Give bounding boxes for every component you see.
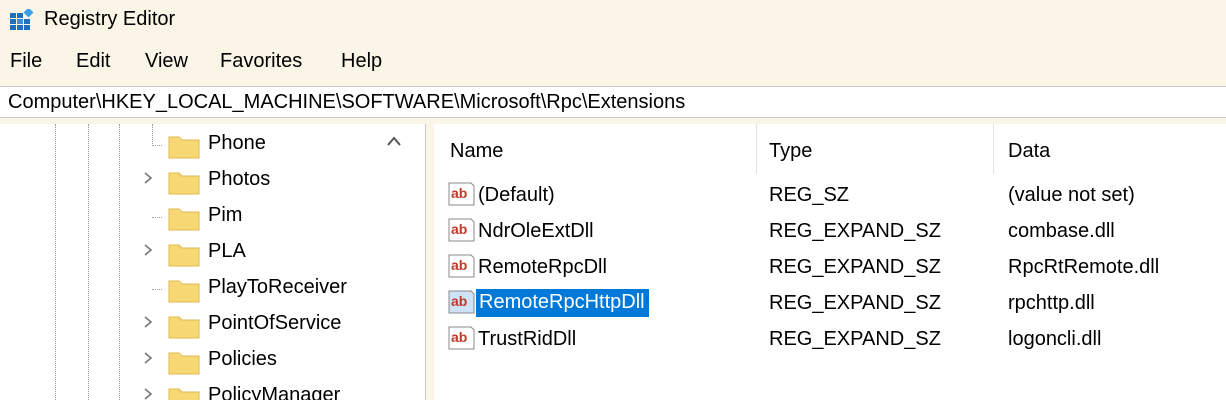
tree-item-label[interactable]: Phone [208, 132, 266, 155]
tree-item[interactable]: PolicyManager [0, 377, 400, 400]
tree-connector [152, 289, 162, 290]
value-name[interactable]: (Default) [478, 184, 555, 207]
folder-icon [168, 388, 200, 400]
folder-icon [168, 172, 200, 195]
tree-item-label[interactable]: Policies [208, 348, 277, 371]
tree-item[interactable]: Photos [0, 161, 400, 197]
tree-item-label[interactable]: PLA [208, 240, 246, 263]
folder-icon [168, 136, 200, 159]
menu-bar: File Edit View Favorites Help [0, 44, 1226, 78]
menu-view[interactable]: View [145, 50, 188, 73]
registry-editor-icon [10, 9, 34, 30]
value-row[interactable]: ab RemoteRpcDll REG_EXPAND_SZ RpcRtRemote.d… [434, 248, 1226, 284]
chevron-right-icon[interactable] [141, 170, 155, 186]
tree-item[interactable]: Pim [0, 197, 400, 233]
svg-text:ab: ab [451, 293, 467, 309]
value-row[interactable]: ab NdrOleExtDll REG_EXPAND_SZ combase.dll [434, 212, 1226, 248]
value-type: REG_EXPAND_SZ [769, 328, 941, 350]
tree-scrollbar[interactable] [382, 124, 406, 400]
folder-icon [168, 352, 200, 375]
tree-item[interactable]: Phone [0, 125, 400, 161]
column-header-data[interactable]: Data [994, 124, 1226, 176]
string-value-icon: ab [448, 218, 475, 242]
values-list-pane[interactable]: Name Type Data ab (Default) REG_SZ (value n… [434, 124, 1226, 400]
address-bar[interactable]: Computer\HKEY_LOCAL_MACHINE\SOFTWARE\Mic… [0, 86, 1226, 118]
address-path[interactable]: Computer\HKEY_LOCAL_MACHINE\SOFTWARE\Mic… [8, 91, 685, 114]
svg-text:ab: ab [451, 185, 467, 201]
tree-item-label[interactable]: Pim [208, 204, 242, 227]
svg-text:ab: ab [451, 221, 467, 237]
folder-icon [168, 244, 200, 267]
value-row[interactable]: ab RemoteRpcHttpDll REG_EXPAND_SZ rpchttp.d… [434, 284, 1226, 320]
menu-edit[interactable]: Edit [76, 50, 110, 73]
tree-item[interactable]: PlayToReceiver [0, 269, 400, 305]
menu-favorites[interactable]: Favorites [220, 50, 302, 73]
tree-connector [152, 145, 162, 146]
window-title: Registry Editor [44, 8, 176, 30]
tree-item-label[interactable]: Photos [208, 168, 270, 191]
svg-text:ab: ab [451, 257, 467, 273]
value-row[interactable]: ab TrustRidDll REG_EXPAND_SZ logoncli.dll [434, 320, 1226, 356]
value-data: RpcRtRemote.dll [1008, 256, 1160, 278]
value-name[interactable]: TrustRidDll [478, 328, 576, 351]
string-value-icon: ab [448, 326, 475, 350]
value-name[interactable]: RemoteRpcHttpDll [476, 289, 649, 317]
value-type: REG_EXPAND_SZ [769, 292, 941, 314]
value-type: REG_EXPAND_SZ [769, 256, 941, 278]
folder-icon [168, 316, 200, 339]
value-name[interactable]: RemoteRpcDll [478, 256, 607, 279]
chevron-right-icon[interactable] [141, 242, 155, 258]
pane-splitter[interactable] [426, 124, 434, 400]
value-data: combase.dll [1008, 220, 1115, 242]
tree-item[interactable]: PointOfService [0, 305, 400, 341]
chevron-right-icon[interactable] [141, 386, 155, 400]
value-data: logoncli.dll [1008, 328, 1102, 350]
tree-item-label[interactable]: PlayToReceiver [208, 276, 347, 299]
value-type: REG_EXPAND_SZ [769, 220, 941, 242]
string-value-icon: ab [448, 182, 475, 206]
folder-icon [168, 280, 200, 303]
tree-item[interactable]: Policies [0, 341, 400, 377]
tree-connector [152, 217, 162, 218]
string-value-icon: ab [448, 254, 475, 278]
value-type: REG_SZ [769, 184, 850, 206]
value-row[interactable]: ab (Default) REG_SZ (value not set) [434, 176, 1226, 212]
menu-help[interactable]: Help [341, 50, 382, 73]
column-header-name[interactable]: Name [434, 124, 756, 176]
value-data: (value not set) [1008, 184, 1135, 206]
column-header-type[interactable]: Type [757, 124, 993, 176]
string-value-icon: ab [448, 290, 475, 314]
folder-icon [168, 208, 200, 231]
scroll-up-icon[interactable] [387, 136, 401, 146]
key-tree-pane[interactable]: Phone Photos Pim PLA PlayToReceiver PointOfSe… [0, 124, 426, 400]
tree-item-label[interactable]: PolicyManager [208, 384, 340, 400]
svg-text:ab: ab [451, 329, 467, 345]
menu-file[interactable]: File [10, 50, 42, 73]
tree-item-label[interactable]: PointOfService [208, 312, 341, 335]
value-name[interactable]: NdrOleExtDll [478, 220, 594, 243]
value-data: rpchttp.dll [1008, 292, 1095, 314]
tree-item[interactable]: PLA [0, 233, 400, 269]
chevron-right-icon[interactable] [141, 350, 155, 366]
chevron-right-icon[interactable] [141, 314, 155, 330]
title-bar: Registry Editor [0, 0, 1226, 40]
